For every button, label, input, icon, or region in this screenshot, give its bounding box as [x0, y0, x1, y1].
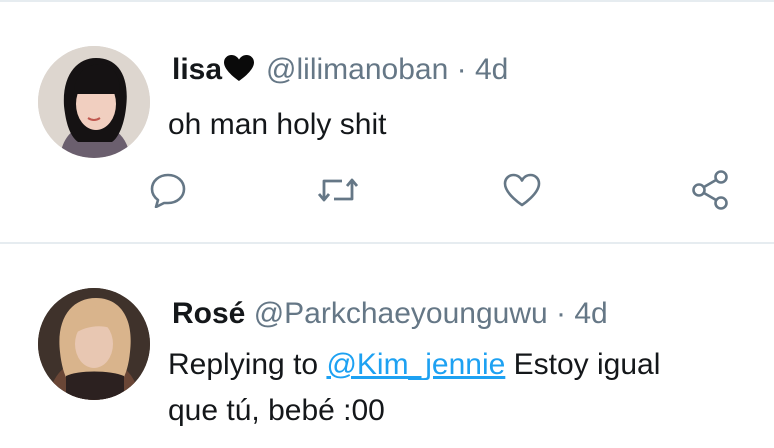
- retweet-button[interactable]: [316, 168, 360, 212]
- user-handle[interactable]: @lilimanoban: [266, 53, 448, 86]
- display-name[interactable]: lisa: [172, 53, 222, 86]
- retweet-icon: [317, 173, 359, 207]
- tweet-divider: [0, 242, 774, 244]
- tweet-text-line1: Estoy igual: [513, 348, 661, 381]
- like-button[interactable]: [500, 168, 544, 212]
- display-name[interactable]: Rosé: [172, 297, 245, 330]
- share-icon: [690, 169, 730, 211]
- top-divider: [0, 0, 774, 2]
- avatar-lisa[interactable]: [38, 46, 150, 158]
- user-handle[interactable]: @Parkchaeyounguwu: [254, 297, 548, 330]
- timestamp[interactable]: 4d: [574, 297, 607, 330]
- black-heart-icon: [222, 54, 256, 91]
- avatar-rose[interactable]: [38, 288, 150, 400]
- tweet-header: lisa @lilimanoban · 4d: [172, 52, 508, 91]
- mention-link[interactable]: @Kim_jennie: [326, 348, 505, 381]
- like-icon: [502, 172, 542, 208]
- replying-prefix: Replying to: [168, 348, 319, 381]
- tweet-text: Replying to @Kim_jennie Estoy igual que …: [168, 342, 748, 434]
- reply-button[interactable]: [146, 168, 190, 212]
- reply-icon: [149, 172, 187, 208]
- tweet-text: oh man holy shit: [168, 108, 387, 141]
- tweet-header: Rosé @Parkchaeyounguwu · 4d: [172, 296, 608, 332]
- timestamp[interactable]: 4d: [475, 53, 508, 86]
- share-button[interactable]: [688, 168, 732, 212]
- tweet-text-line2: que tú, bebé :00: [168, 394, 385, 427]
- separator-dot: ·: [456, 53, 467, 86]
- separator-dot: ·: [556, 297, 567, 330]
